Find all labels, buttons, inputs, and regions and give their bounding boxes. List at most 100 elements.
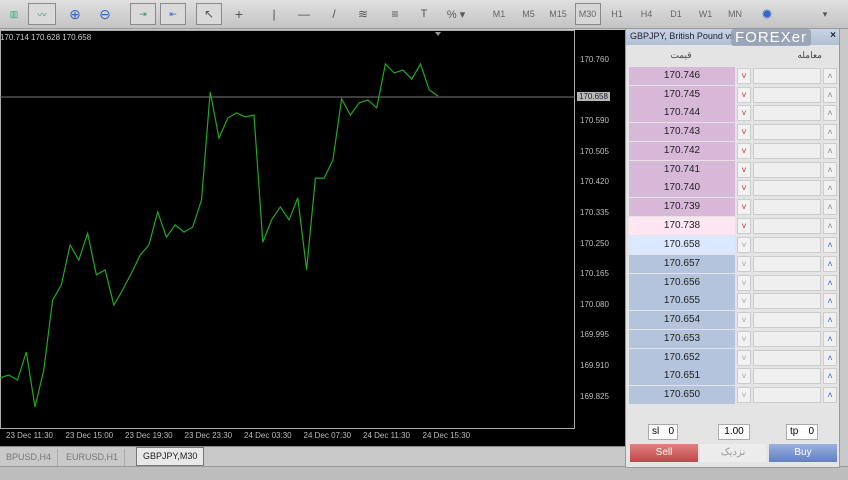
dropdown-arrow-icon[interactable]: ˅: [737, 386, 751, 403]
trade-cell[interactable]: [753, 198, 821, 215]
timeframe-m30[interactable]: M30: [574, 3, 601, 25]
trade-cell[interactable]: [753, 312, 821, 329]
sell-button[interactable]: Sell: [630, 444, 698, 462]
buy-arrow-icon[interactable]: ˄: [823, 274, 837, 291]
price-chart[interactable]: 170.714 170.628 170.658 170.760 170.590 17…: [0, 30, 625, 446]
buy-button[interactable]: Buy: [769, 444, 837, 462]
trade-cell[interactable]: [753, 161, 821, 178]
shift-marker: [435, 32, 441, 36]
timeframe-d1[interactable]: D1: [663, 3, 689, 25]
trade-cell[interactable]: [753, 256, 821, 272]
dropdown-arrow-icon[interactable]: ˅: [737, 349, 751, 366]
timeframe-mn[interactable]: MN: [722, 3, 748, 25]
horizontal-line-icon[interactable]: —: [294, 3, 314, 25]
buy-arrow-icon[interactable]: ˄: [823, 124, 837, 141]
y-tick-label: 169.995: [580, 330, 609, 340]
price-cell: 170.744: [629, 104, 735, 123]
buy-arrow-icon[interactable]: ˄: [823, 312, 837, 329]
crosshair-icon[interactable]: +: [228, 3, 250, 25]
buy-arrow-icon[interactable]: ˄: [823, 68, 837, 84]
settings-gear-icon[interactable]: ✹: [758, 3, 776, 25]
timeframe-h1[interactable]: H1: [604, 3, 630, 25]
vertical-line-icon[interactable]: |: [264, 3, 284, 25]
sell-arrow-icon[interactable]: ˅: [737, 142, 751, 159]
buy-arrow-icon[interactable]: ˄: [823, 386, 837, 403]
price-cell: 170.739: [629, 197, 735, 216]
tab-gbpjpy-m30[interactable]: GBPJPY,M30: [136, 447, 205, 466]
tab-gbpusd-h4[interactable]: BPUSD,H4: [0, 449, 59, 466]
buy-arrow-icon[interactable]: ˄: [823, 142, 837, 159]
chart-tabs: BPUSD,H4 EURUSD,H1 GBPJPY,M30: [0, 446, 625, 466]
buy-arrow-icon[interactable]: ˄: [823, 330, 837, 347]
bar-chart-icon[interactable]: ▥: [3, 3, 25, 25]
sell-arrow-icon[interactable]: ˅: [737, 198, 751, 215]
buy-arrow-icon[interactable]: ˄: [823, 86, 837, 103]
sell-arrow-icon[interactable]: ˅: [737, 124, 751, 141]
y-tick-label: 169.910: [580, 361, 609, 370]
trade-cell[interactable]: [753, 293, 821, 310]
sell-arrow-icon[interactable]: ˅: [737, 86, 751, 103]
sl-field[interactable]: sl 0: [648, 424, 678, 440]
buy-arrow-icon[interactable]: ˄: [823, 105, 837, 122]
dropdown-arrow-icon[interactable]: ˅: [737, 330, 751, 347]
chart-shift-icon[interactable]: ⇤: [160, 3, 186, 25]
sell-arrow-icon[interactable]: ˅: [737, 105, 751, 122]
buy-arrow-icon[interactable]: ˄: [823, 368, 837, 385]
dropdown-arrow-icon[interactable]: ˅: [737, 368, 751, 385]
timeframe-w1[interactable]: W1: [693, 3, 719, 25]
timeframe-m15[interactable]: M15: [545, 3, 571, 25]
buy-arrow-icon[interactable]: ˄: [823, 161, 837, 178]
trade-cell[interactable]: [753, 368, 821, 385]
buy-arrow-icon[interactable]: ˄: [823, 293, 837, 310]
trade-cell[interactable]: [753, 217, 821, 234]
fibonacci-icon[interactable]: ≋: [352, 3, 374, 25]
trade-cell[interactable]: [753, 180, 821, 197]
trade-cell[interactable]: [753, 105, 821, 122]
trade-cell[interactable]: [753, 349, 821, 366]
timeframe-m5[interactable]: M5: [516, 3, 542, 25]
trade-cell[interactable]: [753, 124, 821, 141]
sell-arrow-icon[interactable]: ˅: [737, 180, 751, 197]
sell-arrow-icon[interactable]: ˅: [737, 68, 751, 84]
trade-cell[interactable]: [753, 330, 821, 347]
buy-arrow-icon[interactable]: ˄: [823, 217, 837, 234]
trendline-icon[interactable]: /: [324, 3, 344, 25]
zoom-out-icon[interactable]: ⊖: [94, 3, 116, 25]
trade-cell[interactable]: [753, 386, 821, 403]
sell-arrow-icon[interactable]: ˅: [737, 217, 751, 234]
cursor-icon[interactable]: ↖: [196, 3, 222, 25]
toolbar-dropdown-icon[interactable]: ▾: [818, 3, 832, 25]
close-button[interactable]: نزدیک: [700, 444, 766, 462]
tp-field[interactable]: tp 0: [786, 424, 818, 440]
dropdown-arrow-icon[interactable]: ˅: [737, 237, 751, 254]
fibo-fan-icon[interactable]: ≡: [384, 3, 406, 25]
auto-scroll-icon[interactable]: ⇥: [130, 3, 156, 25]
trade-cell[interactable]: [753, 274, 821, 291]
dropdown-arrow-icon[interactable]: ˅: [737, 293, 751, 310]
buy-arrow-icon[interactable]: ˄: [823, 256, 837, 272]
trade-cell[interactable]: [753, 86, 821, 103]
zoom-in-icon[interactable]: ⊕: [64, 3, 86, 25]
text-icon[interactable]: T: [414, 3, 434, 25]
trade-cell[interactable]: [753, 142, 821, 159]
buy-arrow-icon[interactable]: ˄: [823, 180, 837, 197]
line-chart-icon[interactable]: 〰: [28, 3, 56, 25]
trade-cell[interactable]: [753, 237, 821, 254]
buy-arrow-icon[interactable]: ˄: [823, 198, 837, 215]
tab-eurusd-h1[interactable]: EURUSD,H1: [60, 449, 126, 466]
shapes-dropdown-icon[interactable]: % ▾: [442, 3, 470, 25]
volume-field[interactable]: 1.00: [718, 424, 750, 440]
close-icon[interactable]: ×: [830, 30, 836, 41]
bid-row: 170.650 ˅ ˄: [629, 385, 839, 404]
dropdown-arrow-icon[interactable]: ˅: [737, 274, 751, 291]
sell-arrow-icon[interactable]: ˅: [737, 161, 751, 178]
timeframe-m1[interactable]: M1: [486, 3, 512, 25]
timeframe-h4[interactable]: H4: [634, 3, 660, 25]
trade-cell[interactable]: [753, 68, 821, 84]
dropdown-arrow-icon[interactable]: ˅: [737, 312, 751, 329]
dropdown-arrow-icon[interactable]: ˅: [737, 256, 751, 272]
buy-arrow-icon[interactable]: ˄: [823, 349, 837, 366]
buy-arrow-icon[interactable]: ˄: [823, 237, 837, 254]
y-tick-label: 170.080: [580, 299, 609, 309]
forexer-watermark-logo: FOREXer: [731, 29, 812, 46]
